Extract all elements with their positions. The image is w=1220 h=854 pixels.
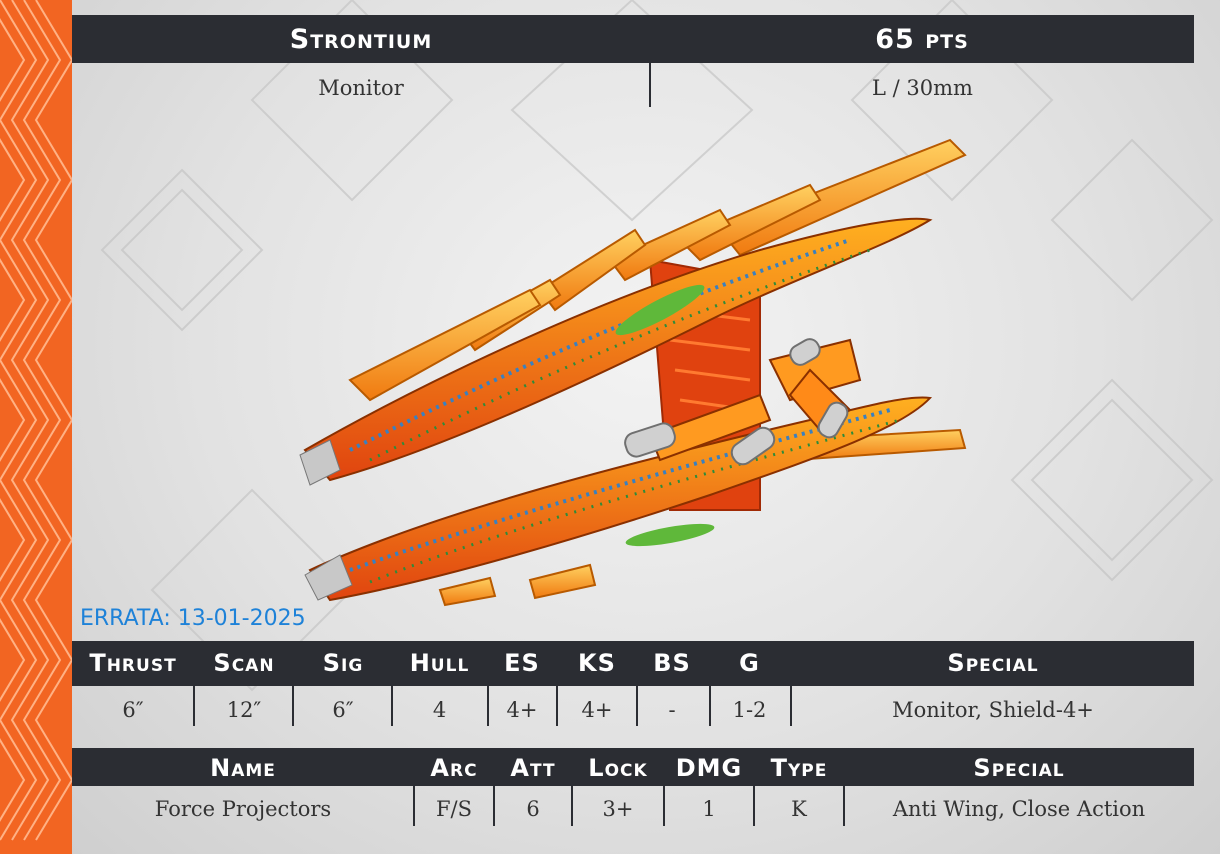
ship-image: [299, 138, 967, 607]
stat-header-es: ES: [504, 649, 540, 677]
weapon-header-name: Name: [210, 754, 276, 782]
ship-size: L / 30mm: [872, 76, 973, 100]
chevron-pattern-icon: [0, 0, 72, 841]
weapon-att: 6: [526, 797, 540, 821]
title-bar: Strontium 65 pts: [72, 15, 1194, 63]
ship-name: Strontium: [289, 24, 433, 55]
stats-header: Thrust Scan Sig Hull ES KS BS G Special: [72, 641, 1194, 686]
stat-special: Monitor, Shield-4+: [892, 698, 1094, 722]
stat-header-thrust: Thrust: [89, 649, 177, 677]
weapons-header: Name Arc Att Lock DMG Type Special: [72, 748, 1194, 786]
stat-hull: 4: [432, 698, 447, 722]
stat-header-bs: BS: [653, 649, 691, 677]
weapon-special: Anti Wing, Close Action: [892, 797, 1146, 821]
weapon-header-special: Special: [973, 754, 1065, 782]
stat-sig: 6″: [332, 698, 354, 722]
weapon-arc: F/S: [435, 797, 473, 821]
errata-note: ERRATA: 13-01-2025: [80, 606, 306, 631]
ship-class: Monitor: [318, 76, 404, 100]
weapon-name: Force Projectors: [154, 797, 332, 821]
weapon-header-dmg: DMG: [675, 754, 743, 782]
weapon-lock: 3+: [602, 797, 634, 821]
weapon-header-type: Type: [770, 754, 828, 782]
stat-header-hull: Hull: [409, 649, 470, 677]
ship-points: 65 pts: [875, 24, 969, 55]
weapon-header-arc: Arc: [430, 754, 478, 782]
decorative-stripe: [0, 0, 72, 854]
stat-header-g: G: [739, 649, 760, 677]
stat-bs: -: [668, 698, 676, 722]
stat-header-scan: Scan: [213, 649, 275, 677]
stat-header-sig: Sig: [322, 649, 364, 677]
stat-header-ks: KS: [578, 649, 616, 677]
weapon-dmg: 1: [702, 797, 716, 821]
stat-thrust: 6″: [122, 698, 144, 722]
stat-g: 1-2: [732, 698, 767, 722]
weapon-header-lock: Lock: [588, 754, 648, 782]
stat-scan: 12″: [226, 698, 262, 722]
weapon-header-att: Att: [510, 754, 556, 782]
stat-es: 4+: [506, 698, 538, 722]
weapon-type: K: [791, 797, 807, 821]
stat-ks: 4+: [581, 698, 613, 722]
stat-header-special: Special: [947, 649, 1039, 677]
